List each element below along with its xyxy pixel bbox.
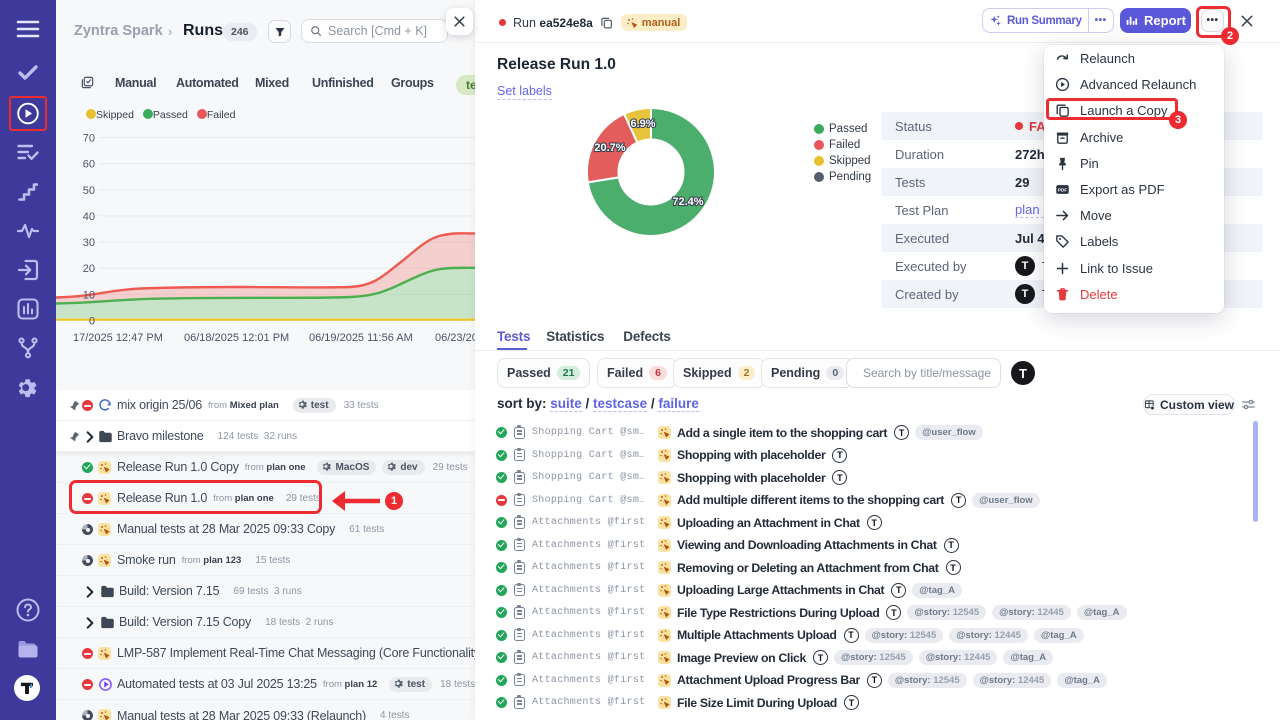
svg-text:06/19/2025 11:56 AM: 06/19/2025 11:56 AM: [309, 332, 413, 344]
svg-text:06/18/2025 12:01 PM: 06/18/2025 12:01 PM: [184, 332, 289, 344]
svg-text:10: 10: [83, 289, 95, 301]
svg-text:6.9%: 6.9%: [630, 118, 655, 130]
svg-text:PDF: PDF: [1058, 187, 1067, 192]
svg-text:20.7%: 20.7%: [594, 142, 625, 154]
svg-text:50: 50: [83, 185, 95, 197]
svg-text:60: 60: [83, 159, 95, 171]
svg-text:40: 40: [83, 211, 95, 223]
svg-text:30: 30: [83, 237, 95, 249]
svg-text:20: 20: [83, 263, 95, 275]
svg-text:70: 70: [83, 133, 95, 145]
svg-text:17/2025 12:47 PM: 17/2025 12:47 PM: [73, 332, 163, 344]
svg-text:06/23/202: 06/23/202: [435, 332, 475, 344]
svg-text:72.4%: 72.4%: [672, 196, 703, 208]
svg-text:0: 0: [89, 316, 95, 328]
